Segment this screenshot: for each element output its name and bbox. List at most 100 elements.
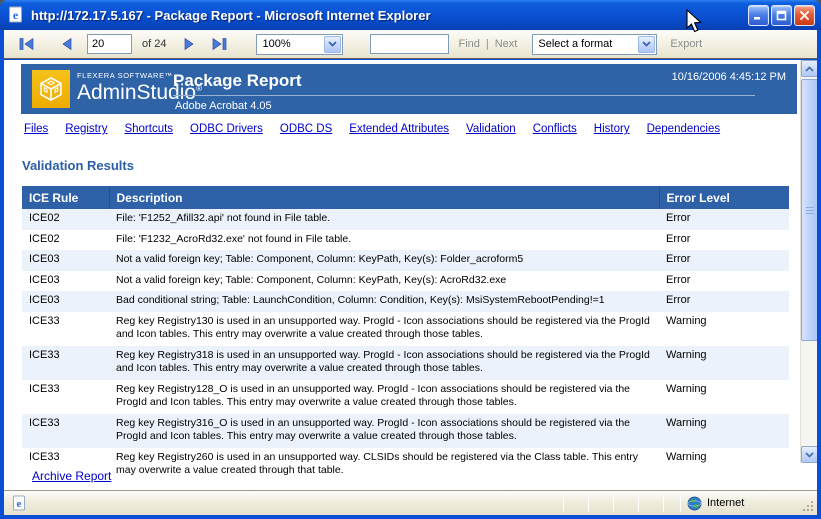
- status-divider: [613, 495, 614, 512]
- first-page-button[interactable]: [17, 36, 36, 52]
- report-nav: Files Registry Shortcuts ODBC Drivers ODBC D…: [24, 123, 787, 135]
- prev-page-icon: [61, 38, 72, 50]
- vertical-scrollbar[interactable]: [800, 60, 817, 463]
- next-page-icon: [184, 38, 195, 50]
- adminstudio-logo: [32, 70, 70, 108]
- scroll-down-button[interactable]: [801, 446, 817, 463]
- status-divider: [663, 495, 664, 512]
- prev-page-button[interactable]: [59, 36, 74, 52]
- cell-desc: File: 'F1252_Afill32.api' not found in F…: [109, 209, 659, 230]
- col-description: Description: [109, 186, 659, 209]
- table-body: ICE02File: 'F1252_Afill32.api' not found…: [22, 209, 789, 482]
- cell-desc: Not a valid foreign key; Table: Componen…: [109, 271, 659, 292]
- cell-rule: ICE03: [22, 291, 109, 312]
- page-count-label: of 24: [142, 38, 166, 50]
- zone-label: Internet: [707, 497, 744, 509]
- cell-rule: ICE02: [22, 209, 109, 230]
- status-divider: [680, 495, 681, 512]
- scroll-up-button[interactable]: [801, 60, 817, 77]
- browser-window: e http://172.17.5.167 - Package Report -…: [0, 0, 821, 519]
- export-format-value: Select a format: [533, 38, 637, 50]
- cell-level: Warning: [659, 448, 789, 482]
- report-content: FLEXERA SOFTWARE™ AdminStudio® Package R…: [4, 60, 817, 490]
- cell-desc: Reg key Registry130 is used in an unsupp…: [109, 312, 659, 346]
- table-row: ICE33Reg key Registry128_O is used in an…: [22, 380, 789, 414]
- cell-level: Error: [659, 291, 789, 312]
- nav-link-registry[interactable]: Registry: [65, 123, 107, 135]
- cell-level: Warning: [659, 380, 789, 414]
- table-row: ICE03Not a valid foreign key; Table: Com…: [22, 250, 789, 271]
- nav-link-validation[interactable]: Validation: [466, 123, 516, 135]
- status-divider: [638, 495, 639, 512]
- thumb-grip: [806, 207, 814, 215]
- nav-link-history[interactable]: History: [594, 123, 630, 135]
- cell-level: Warning: [659, 414, 789, 448]
- resize-grip[interactable]: [802, 500, 815, 513]
- cell-desc: File: 'F1232_AcroRd32.exe' not found in …: [109, 230, 659, 251]
- status-divider: [588, 495, 589, 512]
- find-next-button[interactable]: Next: [495, 38, 518, 50]
- package-name: Adobe Acrobat 4.05: [175, 100, 272, 112]
- cell-level: Error: [659, 271, 789, 292]
- close-button[interactable]: [794, 5, 815, 26]
- close-icon: [799, 10, 810, 21]
- cell-desc: Not a valid foreign key; Table: Componen…: [109, 250, 659, 271]
- maximize-button[interactable]: [771, 5, 792, 26]
- page-number-input[interactable]: [87, 34, 132, 54]
- validation-table: ICE Rule Description Error Level ICE02Fi…: [22, 186, 789, 482]
- cell-level: Warning: [659, 312, 789, 346]
- ie-page-icon: e: [11, 495, 27, 511]
- cell-desc: Reg key Registry316_O is used in an unsu…: [109, 414, 659, 448]
- nav-link-odbc-ds[interactable]: ODBC DS: [280, 123, 332, 135]
- zoom-value: 100%: [257, 38, 323, 50]
- export-format-select[interactable]: Select a format: [532, 34, 657, 55]
- last-page-button[interactable]: [210, 36, 229, 52]
- table-row: ICE03Bad conditional string; Table: Laun…: [22, 291, 789, 312]
- find-button[interactable]: Find: [458, 38, 479, 50]
- zoom-select[interactable]: 100%: [256, 34, 343, 55]
- security-zone: Internet: [687, 496, 817, 511]
- find-text-input[interactable]: [370, 34, 449, 54]
- minimize-icon: [753, 10, 764, 21]
- nav-link-shortcuts[interactable]: Shortcuts: [124, 123, 173, 135]
- nav-link-extended-attributes[interactable]: Extended Attributes: [349, 123, 449, 135]
- title-bar[interactable]: e http://172.17.5.167 - Package Report -…: [0, 0, 821, 30]
- report-banner: FLEXERA SOFTWARE™ AdminStudio® Package R…: [21, 64, 797, 114]
- col-error-level: Error Level: [659, 186, 789, 209]
- svg-text:e: e: [17, 498, 22, 510]
- chevron-down-icon[interactable]: [638, 36, 655, 53]
- cell-rule: ICE03: [22, 250, 109, 271]
- cell-rule: ICE33: [22, 346, 109, 380]
- next-page-button[interactable]: [182, 36, 197, 52]
- window-title: http://172.17.5.167 - Package Report - M…: [31, 8, 746, 23]
- cell-level: Error: [659, 209, 789, 230]
- cell-rule: ICE02: [22, 230, 109, 251]
- nav-link-odbc-drivers[interactable]: ODBC Drivers: [190, 123, 263, 135]
- chevron-down-icon: [805, 452, 814, 458]
- table-row: ICE33Reg key Registry316_O is used in an…: [22, 414, 789, 448]
- table-row: ICE33Reg key Registry130 is used in an u…: [22, 312, 789, 346]
- table-row: ICE33Reg key Registry260 is used in an u…: [22, 448, 789, 482]
- section-title: Validation Results: [22, 158, 134, 173]
- cell-desc: Reg key Registry260 is used in an unsupp…: [109, 448, 659, 482]
- table-row: ICE03Not a valid foreign key; Table: Com…: [22, 271, 789, 292]
- maximize-icon: [776, 10, 787, 21]
- cell-desc: Reg key Registry128_O is used in an unsu…: [109, 380, 659, 414]
- cell-rule: ICE33: [22, 380, 109, 414]
- export-button[interactable]: Export: [670, 38, 702, 50]
- nav-link-conflicts[interactable]: Conflicts: [533, 123, 577, 135]
- minimize-button[interactable]: [748, 5, 769, 26]
- table-row: ICE02File: 'F1252_Afill32.api' not found…: [22, 209, 789, 230]
- cell-desc: Reg key Registry318 is used in an unsupp…: [109, 346, 659, 380]
- table-header-row: ICE Rule Description Error Level: [22, 186, 789, 209]
- cube-icon: [37, 75, 65, 103]
- archive-report-link[interactable]: Archive Report: [32, 469, 111, 483]
- nav-link-files[interactable]: Files: [24, 123, 48, 135]
- chevron-down-icon[interactable]: [324, 36, 341, 53]
- scrollbar-thumb[interactable]: [801, 79, 817, 341]
- chevron-up-icon: [805, 66, 814, 72]
- nav-link-dependencies[interactable]: Dependencies: [647, 123, 721, 135]
- title-divider: [173, 95, 755, 96]
- report-toolbar: of 24 100% Find | Next Select a format E…: [4, 30, 817, 59]
- ie-page-icon: e: [7, 6, 25, 24]
